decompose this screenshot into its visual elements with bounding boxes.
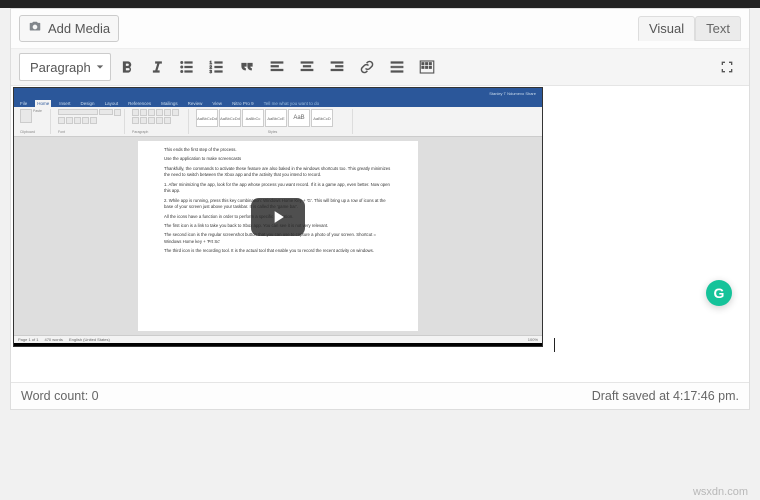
word-ribbon-tabs: File Home Insert Design Layout Reference… <box>14 98 542 107</box>
grammarly-badge[interactable]: G <box>706 280 732 306</box>
word-document-page: This ends the first step of the process.… <box>138 141 418 331</box>
read-more-button[interactable] <box>383 53 411 81</box>
camera-music-icon <box>28 20 42 37</box>
svg-text:3: 3 <box>210 69 213 74</box>
tab-visual[interactable]: Visual <box>638 16 695 41</box>
watermark-text: wsxdn.com <box>693 486 748 498</box>
chevron-down-icon <box>96 63 104 71</box>
align-center-button[interactable] <box>293 53 321 81</box>
editor-container: Add Media Visual Text Paragraph 123 <box>10 8 750 410</box>
play-button[interactable] <box>251 198 305 236</box>
word-page-area: This ends the first step of the process.… <box>14 137 542 335</box>
bullet-list-button[interactable] <box>173 53 201 81</box>
align-left-button[interactable] <box>263 53 291 81</box>
align-right-button[interactable] <box>323 53 351 81</box>
numbered-list-button[interactable]: 123 <box>203 53 231 81</box>
italic-button[interactable] <box>143 53 171 81</box>
word-count-label: Word count: 0 <box>21 389 99 403</box>
text-cursor <box>554 338 555 352</box>
format-select-value: Paragraph <box>30 60 91 75</box>
tab-text[interactable]: Text <box>695 16 741 41</box>
editor-content-area[interactable]: Stanley T Ndumevo Share File Home Insert… <box>11 87 749 382</box>
play-icon <box>268 207 288 227</box>
embedded-video: Stanley T Ndumevo Share File Home Insert… <box>13 87 543 347</box>
format-select[interactable]: Paragraph <box>19 53 111 81</box>
editor-toolbar: Paragraph 123 <box>11 49 749 86</box>
word-ribbon: Paste Clipboard Font <box>14 107 542 137</box>
toolbar-toggle-button[interactable] <box>413 53 441 81</box>
word-titlebar: Stanley T Ndumevo Share <box>14 88 542 98</box>
word-status-bar: Page 1 of 1 470 words English (United St… <box>14 335 542 343</box>
editor-status-bar: Word count: 0 Draft saved at 4:17:46 pm. <box>11 382 749 409</box>
blockquote-button[interactable] <box>233 53 261 81</box>
editor-meta-row: Add Media Visual Text <box>11 9 749 49</box>
editor-mode-tabs: Visual Text <box>638 16 741 41</box>
add-media-label: Add Media <box>48 21 110 36</box>
add-media-button[interactable]: Add Media <box>19 15 119 42</box>
bold-button[interactable] <box>113 53 141 81</box>
admin-top-bar <box>0 0 760 8</box>
link-button[interactable] <box>353 53 381 81</box>
draft-saved-label: Draft saved at 4:17:46 pm. <box>592 389 739 403</box>
fullscreen-button[interactable] <box>713 53 741 81</box>
